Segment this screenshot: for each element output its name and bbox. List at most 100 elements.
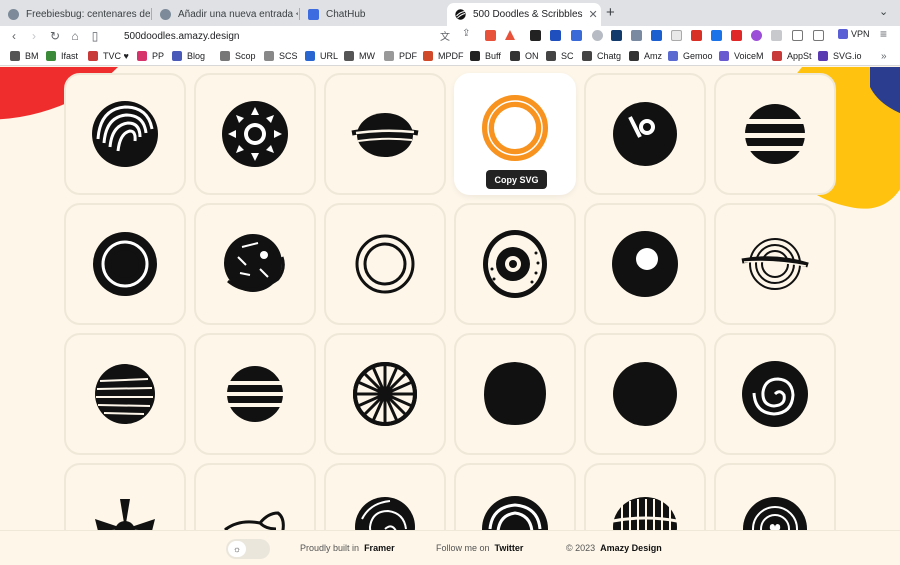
bookmark-item[interactable]: BM — [10, 50, 39, 62]
bookmark-item[interactable]: Blog — [172, 50, 205, 62]
extension-icon[interactable] — [631, 30, 642, 41]
home-icon[interactable]: ⌂ — [68, 29, 82, 43]
gmail-icon[interactable] — [691, 30, 702, 41]
bookmark-item[interactable]: ON — [510, 50, 539, 62]
new-tab-icon[interactable]: + — [606, 4, 615, 21]
extension-icon[interactable] — [571, 30, 582, 41]
wallet-icon[interactable] — [813, 30, 824, 41]
bookmark-icon — [772, 51, 782, 61]
doodle-card[interactable] — [64, 463, 186, 531]
address-bar[interactable]: 500doodles.amazy.design — [112, 28, 474, 44]
reload-icon[interactable]: ↻ — [48, 29, 62, 43]
bookmark-item[interactable]: MW — [344, 50, 375, 62]
doodle-card[interactable] — [324, 73, 446, 195]
doodle-card[interactable] — [64, 333, 186, 455]
back-icon[interactable]: ‹ — [7, 29, 21, 43]
doodle-card[interactable] — [714, 73, 836, 195]
bookmark-item[interactable]: PP — [137, 50, 164, 62]
doodle-card[interactable] — [584, 333, 706, 455]
bookmark-item[interactable]: AppSt — [772, 50, 812, 62]
forward-icon[interactable]: › — [27, 29, 41, 43]
vpn-shield-icon[interactable] — [592, 30, 603, 41]
paypal-icon[interactable] — [550, 30, 561, 41]
doodle-card[interactable] — [454, 203, 576, 325]
copy-svg-button[interactable]: Copy SVG — [486, 170, 547, 189]
wave-circle-doodle-icon — [92, 101, 158, 167]
doodle-card[interactable] — [714, 463, 836, 531]
doodle-card[interactable] — [584, 73, 706, 195]
bookmark-icon — [264, 51, 274, 61]
doodle-card[interactable] — [584, 203, 706, 325]
bookmark-item[interactable]: MPDF — [423, 50, 464, 62]
amazy-design-link[interactable]: Amazy Design — [600, 543, 662, 553]
calendar-icon[interactable] — [671, 30, 682, 41]
chevron-down-icon[interactable]: ⌄ — [879, 5, 888, 18]
translate-icon[interactable]: 文 — [440, 28, 450, 43]
bookmark-item[interactable]: Buff — [470, 50, 501, 62]
more-bookmarks-icon[interactable]: » — [881, 51, 887, 62]
bookmark-item[interactable]: VoiceM — [719, 50, 764, 62]
solid-blob-doodle-icon — [484, 362, 546, 425]
striped-ball-doodle-icon — [743, 104, 807, 164]
tab-soft-entry[interactable]: Añadir una nueva entrada < Soft & — [152, 3, 298, 26]
tab-chathub[interactable]: ChatHub — [300, 3, 446, 26]
doodle-card[interactable] — [584, 463, 706, 531]
share-icon[interactable]: ⇪ — [462, 28, 470, 39]
twitter-link[interactable]: Twitter — [495, 543, 524, 553]
doodle-card[interactable] — [324, 463, 446, 531]
sidebar-icon[interactable] — [792, 30, 803, 41]
doodle-card[interactable] — [194, 463, 316, 531]
bookmark-item[interactable]: Gemoo — [668, 50, 713, 62]
close-icon[interactable]: ✕ — [583, 8, 598, 21]
doodle-card[interactable] — [714, 203, 836, 325]
extension-icon[interactable] — [711, 30, 722, 41]
bookmark-item[interactable]: Chatg — [582, 50, 621, 62]
vpn-button[interactable]: VPN — [838, 29, 870, 39]
brave-shield-icon[interactable] — [485, 30, 496, 41]
rewards-icon[interactable] — [505, 30, 515, 40]
theme-toggle[interactable]: ☼ — [226, 539, 270, 559]
tab-freebiesbug[interactable]: Freebiesbug: centenares de recursos — [0, 3, 150, 26]
puzzle-icon[interactable] — [771, 30, 782, 41]
bookmark-item[interactable]: PDF — [384, 50, 417, 62]
bookmark-icon — [137, 51, 147, 61]
doodle-card[interactable] — [194, 333, 316, 455]
saturn-stripe-doodle-icon — [351, 113, 419, 157]
solid-circle-doodle-icon — [613, 362, 677, 426]
chathub-icon — [308, 9, 319, 20]
doodle-card[interactable] — [324, 333, 446, 455]
tab-500-doodles[interactable]: 500 Doodles & Scribbles ✕ — [447, 3, 601, 26]
bookmark-item[interactable]: URL — [305, 50, 338, 62]
bookmark-icon — [220, 51, 230, 61]
doodle-card[interactable] — [454, 463, 576, 531]
bookmark-item[interactable]: SVG.io — [818, 50, 862, 62]
copyright: © 2023 Amazy Design — [566, 543, 662, 553]
doodle-card[interactable] — [714, 333, 836, 455]
bookmark-icon — [546, 51, 556, 61]
framer-link[interactable]: Framer — [364, 543, 395, 553]
extension-icon[interactable] — [611, 30, 622, 41]
bookmark-icon — [384, 51, 394, 61]
doodle-card[interactable] — [324, 203, 446, 325]
bookmark-item[interactable]: SC — [546, 50, 574, 62]
flipboard-icon[interactable] — [731, 30, 742, 41]
bookmark-icon[interactable]: ▯ — [88, 29, 102, 43]
bookmark-item[interactable]: SCS — [264, 50, 298, 62]
buffer-icon[interactable] — [530, 30, 541, 41]
sun-circle-doodle-icon — [222, 101, 288, 167]
bookmarks-bar: BM Ifast TVC ♥ PP Blog Scop SCS URL MW P… — [0, 46, 900, 66]
bookmark-item[interactable]: Amz — [629, 50, 662, 62]
doodle-card-hover[interactable]: Copy SVG — [454, 73, 576, 195]
doodle-card[interactable] — [194, 203, 316, 325]
page-footer: ☼ Proudly built in Framer Follow me on T… — [0, 530, 900, 565]
bookmark-item[interactable]: Ifast — [46, 50, 78, 62]
doodle-card[interactable] — [64, 73, 186, 195]
doodle-card[interactable] — [194, 73, 316, 195]
doodle-card[interactable] — [454, 333, 576, 455]
bookmark-item[interactable]: TVC ♥ — [88, 50, 129, 62]
extension-icon[interactable] — [751, 30, 762, 41]
extension-icon[interactable] — [651, 30, 662, 41]
bookmark-item[interactable]: Scop — [220, 50, 256, 62]
doodle-card[interactable] — [64, 203, 186, 325]
menu-icon[interactable]: ≡ — [880, 27, 887, 41]
